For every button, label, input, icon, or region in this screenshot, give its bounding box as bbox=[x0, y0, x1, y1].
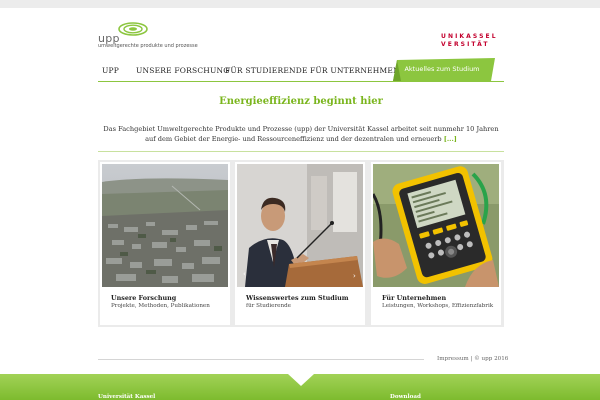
card-wissenswertes-studium[interactable]: ‹ › Wissenswertes zum Studium für Studie… bbox=[235, 162, 365, 325]
page-headline: Energieeffizienz beginnt hier bbox=[219, 96, 383, 107]
intro-paragraph: Das Fachgebiet Umweltgerechte Produkte u… bbox=[98, 124, 504, 144]
logo-subtitle: umweltgerechte produkte und prozesse bbox=[98, 43, 198, 49]
upp-logo[interactable]: upp umweltgerechte produkte und prozesse bbox=[98, 22, 218, 52]
nav-divider bbox=[98, 81, 504, 82]
card-subtitle: Projekte, Methoden, Publikationen bbox=[111, 303, 210, 309]
top-strip bbox=[0, 0, 600, 8]
nav-item-fuer-studierende[interactable]: FÜR STUDIERENDE bbox=[225, 64, 308, 78]
carousel-next-icon[interactable]: › bbox=[353, 272, 356, 280]
intro-divider bbox=[98, 151, 504, 152]
nav-item-upp[interactable]: UPP bbox=[102, 64, 119, 78]
nav-item-fuer-unternehmen[interactable]: FÜR UNTERNEHMEN bbox=[310, 64, 400, 78]
aerial-city-image bbox=[102, 164, 228, 287]
footer-notch bbox=[288, 374, 314, 386]
uni-logo-line2: VERSITÄT bbox=[441, 41, 490, 48]
card-title: Wissenswertes zum Studium bbox=[246, 294, 349, 302]
svg-text:‹: ‹ bbox=[243, 270, 246, 278]
upp-logo-mark-icon bbox=[118, 22, 148, 36]
nav-cta-aktuelles[interactable]: Aktuelles zum Studium bbox=[393, 58, 495, 81]
card-title: Für Unternehmen bbox=[382, 294, 447, 302]
card-subtitle: Leistungen, Workshops, Effizienzfabrik bbox=[382, 303, 494, 309]
card-fuer-unternehmen[interactable]: Für Unternehmen Leistungen, Workshops, E… bbox=[371, 162, 501, 325]
footer-link-universitaet-kassel[interactable]: Universität Kassel bbox=[98, 394, 155, 400]
lecturer-image: ‹ bbox=[237, 164, 363, 287]
uni-kassel-logo[interactable]: UNIKASSEL VERSITÄT bbox=[441, 33, 503, 49]
read-more-link[interactable]: [...] bbox=[444, 135, 457, 143]
footer-divider bbox=[98, 359, 424, 360]
nav-cta-label: Aktuelles zum Studium bbox=[404, 65, 480, 73]
uni-logo-line1: UNIKASSEL bbox=[441, 33, 498, 40]
footer-meta[interactable]: Impressum | © upp 2016 bbox=[437, 356, 508, 362]
footer-link-download[interactable]: Download bbox=[390, 394, 421, 400]
card-subtitle: für Studierende bbox=[246, 303, 291, 309]
intro-text: Das Fachgebiet Umweltgerechte Produkte u… bbox=[103, 125, 499, 143]
power-analyzer-image bbox=[373, 164, 499, 287]
card-title: Unsere Forschung bbox=[111, 294, 177, 302]
card-unsere-forschung[interactable]: Unsere Forschung Projekte, Methoden, Pub… bbox=[100, 162, 230, 325]
nav-item-unsere-forschung[interactable]: UNSERE FORSCHUNG bbox=[136, 64, 230, 78]
